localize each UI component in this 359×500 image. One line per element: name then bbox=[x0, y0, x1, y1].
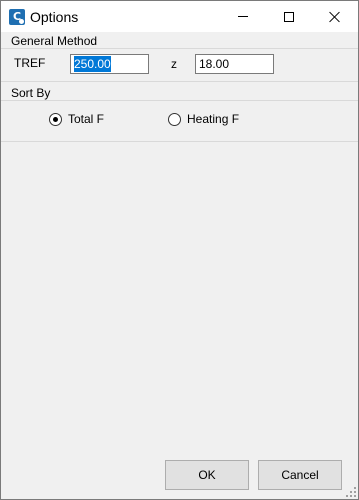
radio-heating-f-label: Heating F bbox=[187, 112, 240, 126]
z-field[interactable]: 18.00 bbox=[195, 54, 274, 74]
ok-button[interactable]: OK bbox=[165, 460, 249, 490]
options-dialog: C Options General Method TREF 250.00 z 1… bbox=[0, 0, 359, 500]
minimize-icon bbox=[238, 16, 248, 17]
radio-heating-f[interactable]: Heating F bbox=[168, 112, 239, 126]
general-method-header: General Method bbox=[11, 34, 98, 48]
app-icon: C bbox=[9, 9, 25, 25]
resize-grip-icon[interactable] bbox=[346, 487, 356, 497]
title-bar[interactable]: C Options bbox=[1, 1, 358, 32]
z-value: 18.00 bbox=[199, 57, 230, 71]
radio-unselected-icon bbox=[168, 112, 181, 126]
tref-label: TREF bbox=[14, 56, 46, 70]
z-label: z bbox=[171, 57, 177, 71]
maximize-button[interactable] bbox=[266, 1, 312, 32]
sort-by-bottom-divider bbox=[1, 141, 358, 142]
maximize-icon bbox=[284, 11, 294, 22]
close-icon bbox=[329, 11, 341, 23]
general-method-divider bbox=[1, 48, 358, 49]
sort-by-header: Sort By bbox=[11, 86, 51, 100]
radio-selected-icon bbox=[49, 112, 62, 126]
window-title: Options bbox=[30, 9, 79, 25]
tref-value: 250.00 bbox=[74, 56, 111, 72]
radio-total-f-label: Total F bbox=[68, 112, 105, 126]
tref-field[interactable]: 250.00 bbox=[70, 54, 149, 74]
cancel-button[interactable]: Cancel bbox=[258, 460, 342, 490]
sort-by-divider bbox=[1, 100, 358, 101]
radio-total-f[interactable]: Total F bbox=[49, 112, 104, 126]
minimize-button[interactable] bbox=[220, 1, 266, 32]
close-button[interactable] bbox=[312, 1, 358, 32]
section-divider bbox=[1, 81, 358, 82]
